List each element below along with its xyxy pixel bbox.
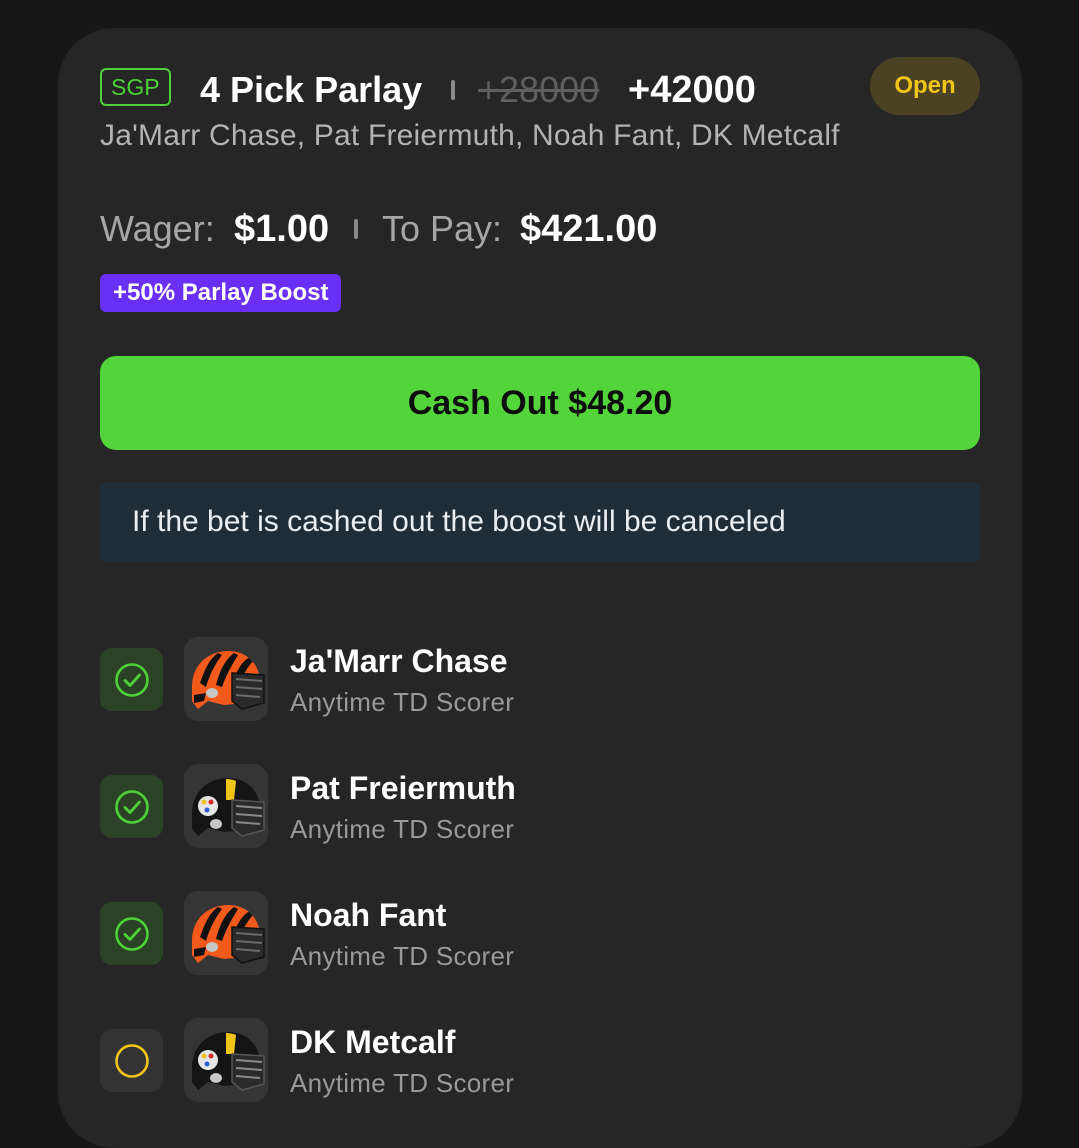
bengals-helmet-icon (184, 891, 268, 975)
leg-player-name: Noah Fant (290, 897, 447, 933)
leg-market: Anytime TD Scorer (290, 1068, 515, 1098)
sgp-badge: SGP (100, 68, 171, 106)
wager-value: $1.00 (234, 208, 330, 250)
check-circle-icon (114, 916, 149, 951)
leg-status-won (100, 902, 163, 965)
parlay-boost-badge: +50% Parlay Boost (100, 274, 342, 312)
to-pay-value: $421.00 (520, 208, 658, 250)
check-circle-icon (114, 662, 149, 697)
players-summary: Ja'Marr Chase, Pat Freiermuth, Noah Fant… (100, 119, 840, 152)
leg-player-name: Pat Freiermuth (290, 770, 516, 806)
cash-out-button[interactable]: Cash Out $48.20 (100, 356, 980, 450)
leg-row[interactable]: Noah Fant Anytime TD Scorer (100, 891, 980, 977)
leg-row[interactable]: DK Metcalf Anytime TD Scorer (100, 1018, 980, 1104)
to-pay-label: To Pay: (382, 208, 503, 249)
steelers-helmet-icon (184, 764, 268, 848)
boosted-odds: +42000 (628, 69, 756, 111)
leg-row[interactable]: Ja'Marr Chase Anytime TD Scorer (100, 637, 980, 723)
wager-row: Wager: $1.00 To Pay: $421.00 (100, 204, 980, 254)
wager-label: Wager: (100, 208, 215, 249)
boost-cancel-notice: If the bet is cashed out the boost will … (100, 482, 980, 562)
leg-market: Anytime TD Scorer (290, 941, 515, 971)
leg-status-open (100, 1029, 163, 1092)
bet-header: SGP 4 Pick Parlay +28000 +42000 Open (100, 57, 980, 116)
leg-market: Anytime TD Scorer (290, 814, 515, 844)
bengals-helmet-icon (184, 637, 268, 721)
leg-status-won (100, 775, 163, 838)
original-odds: +28000 (478, 69, 600, 110)
separator (451, 80, 455, 100)
leg-market: Anytime TD Scorer (290, 687, 515, 717)
steelers-helmet-icon (184, 1018, 268, 1102)
bet-card: SGP 4 Pick Parlay +28000 +42000 Open Ja'… (58, 28, 1022, 1148)
bet-title: 4 Pick Parlay (200, 69, 423, 110)
leg-status-won (100, 648, 163, 711)
check-circle-icon (114, 789, 149, 824)
status-badge: Open (870, 57, 980, 115)
leg-player-name: DK Metcalf (290, 1024, 456, 1060)
leg-player-name: Ja'Marr Chase (290, 643, 508, 679)
separator (354, 219, 358, 239)
open-circle-icon (114, 1043, 149, 1078)
leg-row[interactable]: Pat Freiermuth Anytime TD Scorer (100, 764, 980, 850)
